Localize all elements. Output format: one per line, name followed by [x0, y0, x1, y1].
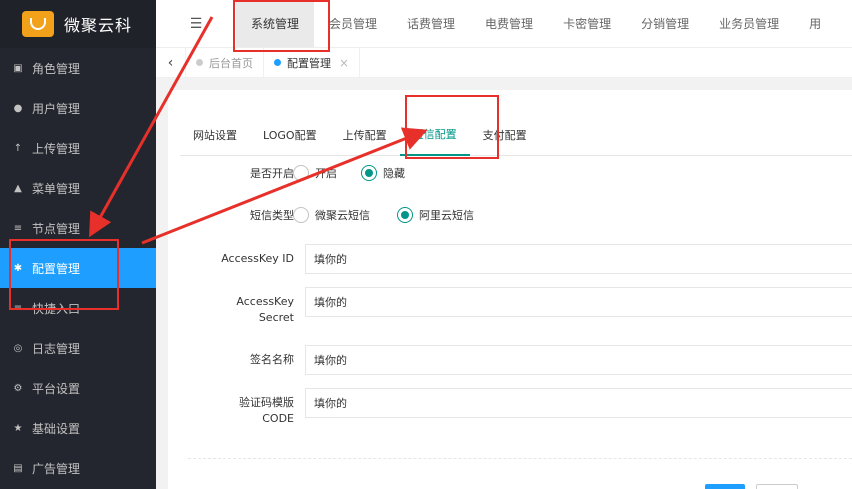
sidebar-item-label: 用户管理: [32, 101, 81, 116]
sms-type-label: 短信类型: [250, 209, 294, 222]
subtab-payment[interactable]: 支付配置: [470, 114, 540, 156]
asterisk-icon: ✱: [13, 262, 23, 274]
subtab-site[interactable]: 网站设置: [180, 114, 250, 156]
radio-label: 隐藏: [383, 167, 405, 180]
label-line: Secret: [258, 311, 294, 324]
enable-label: 是否开启: [250, 167, 294, 180]
sidebar-item-label: 广告管理: [32, 461, 81, 476]
top-nav: ☰ 系统管理 会员管理 话费管理 电费管理 卡密管理 分销管理 业务员管理 用: [156, 0, 852, 48]
radio-enable-on[interactable]: 开启: [293, 165, 337, 181]
tree-icon: ▲: [14, 182, 22, 194]
tab-dot: [274, 59, 281, 66]
star-icon: ★: [13, 422, 23, 434]
tab-card[interactable]: 卡密管理: [548, 0, 626, 47]
access-key-secret-label: AccessKey Secret: [188, 294, 294, 326]
form-divider: [188, 458, 852, 459]
tab-member[interactable]: 会员管理: [314, 0, 392, 47]
label-line: AccessKey: [236, 295, 294, 308]
sidebar: 微聚云科 ▣ 角色管理 ● 用户管理 ↑ 上传管理 ▲ 菜单管理 ≡ 节点管理 ✱ 配置管理…: [0, 0, 156, 489]
tab-electric-bill[interactable]: 电费管理: [470, 0, 548, 47]
sidebar-item-role[interactable]: ▣ 角色管理: [0, 48, 156, 88]
template-code-input[interactable]: 填你的: [305, 388, 852, 418]
radio-circle-icon: [293, 165, 309, 181]
chevron-left-icon[interactable]: ‹: [156, 47, 186, 78]
access-key-id-input[interactable]: 填你的: [305, 244, 852, 274]
page-tab-home[interactable]: 后台首页: [186, 47, 264, 78]
close-icon[interactable]: ×: [339, 56, 349, 70]
sidebar-item-config[interactable]: ✱ 配置管理: [0, 248, 156, 288]
tab-more[interactable]: 用: [794, 0, 836, 47]
sidebar-item-log[interactable]: ◎ 日志管理: [0, 328, 156, 368]
page-tab-config[interactable]: 配置管理 ×: [264, 47, 361, 78]
brand-logo[interactable]: 微聚云科: [0, 0, 156, 48]
access-key-secret-input[interactable]: 填你的: [305, 287, 852, 317]
page-tabs: ‹ 后台首页 配置管理 ×: [156, 47, 852, 78]
sidebar-item-label: 菜单管理: [32, 181, 81, 196]
sidebar-item-platform[interactable]: ⚙ 平台设置: [0, 368, 156, 408]
tab-phone-bill[interactable]: 话费管理: [392, 0, 470, 47]
radio-type-weiju[interactable]: 微聚云短信: [293, 207, 370, 223]
access-key-id-label: AccessKey ID: [221, 252, 294, 265]
template-code-label: 验证码模版 CODE: [188, 395, 294, 427]
sign-name-input[interactable]: 填你的: [305, 345, 852, 375]
tab-dot: [196, 59, 203, 66]
sidebar-item-node[interactable]: ≡ 节点管理: [0, 208, 156, 248]
logo-icon: [22, 11, 54, 37]
radio-enable-hide[interactable]: 隐藏: [361, 165, 405, 181]
sidebar-item-upload[interactable]: ↑ 上传管理: [0, 128, 156, 168]
config-panel: 网站设置 LOGO配置 上传配置 短信配置 支付配置 是否开启 开启 隐藏 短信…: [168, 90, 852, 489]
menu-toggle-icon[interactable]: ☰: [156, 0, 236, 47]
reset-button[interactable]: [756, 484, 798, 489]
config-subtabs: 网站设置 LOGO配置 上传配置 短信配置 支付配置: [180, 114, 852, 156]
sidebar-item-menu[interactable]: ▲ 菜单管理: [0, 168, 156, 208]
sidebar-item-shortcut[interactable]: ≡ 快捷入口: [0, 288, 156, 328]
list-icon: ≡: [13, 302, 23, 314]
radio-checked-icon: [397, 207, 413, 223]
label-line: CODE: [262, 412, 294, 425]
user-icon: ●: [13, 102, 23, 114]
subtab-upload[interactable]: 上传配置: [330, 114, 400, 156]
cogs-icon: ⚙: [13, 382, 23, 394]
sidebar-item-label: 角色管理: [32, 61, 81, 76]
sidebar-item-label: 基础设置: [32, 421, 81, 436]
sidebar-menu: ▣ 角色管理 ● 用户管理 ↑ 上传管理 ▲ 菜单管理 ≡ 节点管理 ✱ 配置管理 ≡ 快捷入…: [0, 48, 156, 488]
sidebar-item-ads[interactable]: ▤ 广告管理: [0, 448, 156, 488]
sidebar-item-label: 快捷入口: [32, 301, 81, 316]
sidebar-item-label: 上传管理: [32, 141, 81, 156]
radio-circle-icon: [293, 207, 309, 223]
tab-system[interactable]: 系统管理: [236, 0, 315, 47]
submit-button[interactable]: [705, 484, 745, 489]
role-icon: ▣: [13, 62, 23, 74]
radio-label: 微聚云短信: [315, 209, 370, 222]
log-icon: ◎: [13, 342, 23, 354]
brand-name: 微聚云科: [64, 16, 133, 35]
tab-distribution[interactable]: 分销管理: [626, 0, 704, 47]
sidebar-item-basic[interactable]: ★ 基础设置: [0, 408, 156, 448]
label-line: 验证码模版: [239, 396, 294, 409]
radio-label: 开启: [315, 167, 337, 180]
radio-checked-icon: [361, 165, 377, 181]
image-icon: ▤: [13, 462, 23, 474]
sidebar-item-label: 日志管理: [32, 341, 81, 356]
radio-label: 阿里云短信: [419, 209, 474, 222]
upload-icon: ↑: [13, 142, 23, 154]
subtab-sms[interactable]: 短信配置: [399, 114, 470, 156]
sidebar-item-label: 平台设置: [32, 381, 81, 396]
sign-name-label: 签名名称: [250, 353, 294, 366]
sidebar-item-label: 节点管理: [32, 221, 81, 236]
content-area: 网站设置 LOGO配置 上传配置 短信配置 支付配置 是否开启 开启 隐藏 短信…: [156, 78, 852, 489]
list-icon: ≡: [13, 222, 23, 234]
page-tab-label: 配置管理: [287, 56, 331, 70]
tab-salesman[interactable]: 业务员管理: [704, 0, 794, 47]
sidebar-item-user[interactable]: ● 用户管理: [0, 88, 156, 128]
sidebar-item-label: 配置管理: [32, 261, 81, 276]
subtab-logo[interactable]: LOGO配置: [250, 114, 330, 156]
radio-type-aliyun[interactable]: 阿里云短信: [397, 207, 474, 223]
page-tab-label: 后台首页: [209, 56, 253, 70]
